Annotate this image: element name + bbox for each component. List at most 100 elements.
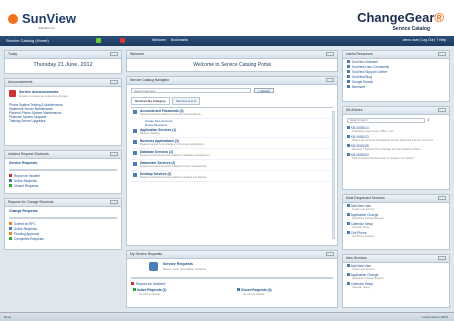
category-row[interactable]: Application Services (1) Request Training — [131, 127, 333, 138]
panel-header: Welcome — [127, 51, 337, 59]
service-item[interactable]: Application Change Application Change Req… — [343, 272, 449, 281]
service-requests-desc: Report, view, and update incidents — [163, 267, 206, 271]
divider — [9, 217, 117, 219]
nav-link-bookmarks[interactable]: Bookmarks — [171, 38, 188, 42]
category-row[interactable]: Datacenter Services (2) Request technical… — [131, 160, 333, 171]
featured-announcement-desc: Details on outages and upcoming changes — [19, 95, 69, 98]
kb-articles-panel: KB Articles ⌕ KB-0000014Outlooking email… — [342, 106, 450, 190]
service-item[interactable]: Application Change Application Change Req… — [343, 212, 449, 221]
link-icon — [347, 80, 350, 83]
service-item[interactable]: Calendar Setup Calendar Setup — [343, 221, 449, 230]
divider — [131, 277, 333, 279]
announcements-panel: Announcements Service Announcements Deta… — [4, 78, 122, 146]
panel-header: KB Articles — [343, 107, 449, 115]
top-navbar: Service Catalog (Home) Welcome Bookmarks… — [0, 36, 454, 46]
sunview-logo-icon — [8, 14, 18, 24]
refresh-icon[interactable] — [96, 38, 101, 43]
today-date: Thursday 21 June, 2012 — [33, 62, 93, 68]
new-services-panel: New Services Add New User Create user acc… — [342, 254, 450, 308]
service-requests-icon — [149, 262, 158, 271]
panel-header: Today — [5, 51, 121, 59]
key-icon — [133, 110, 137, 114]
service-icon — [347, 213, 350, 216]
logo-subtitle: Software Inc. — [38, 26, 56, 30]
service-requests-title[interactable]: Service Requests — [163, 262, 193, 266]
announcement-item[interactable]: Training Server Upgrades — [5, 119, 121, 123]
panel-controls-icon[interactable] — [438, 196, 446, 200]
tab-by-category[interactable]: Services By Category — [131, 97, 170, 105]
featured-announcement-title[interactable]: Service Announcements — [19, 90, 58, 94]
database-icon — [133, 151, 137, 155]
article-icon — [347, 126, 350, 129]
panel-controls-icon[interactable] — [438, 108, 446, 112]
link-icon — [347, 65, 350, 68]
service-icon — [347, 222, 350, 225]
category-row[interactable]: Business Applications (3) Request access … — [131, 138, 333, 149]
service-icon — [347, 282, 350, 285]
panel-controls-icon[interactable] — [438, 256, 446, 260]
kb-item[interactable]: KB-0000004 How to install a Windows patch… — [343, 152, 449, 161]
breadcrumb[interactable]: Service Catalog (Home) — [6, 38, 49, 43]
kb-item[interactable]: KB-0000014 Outlooking email issues, 'Offl… — [343, 125, 449, 134]
navigator-search-input[interactable] — [131, 88, 251, 93]
app-header: SunView Software Inc. ChangeGear® Servic… — [0, 0, 454, 36]
scrollbar[interactable] — [332, 111, 335, 239]
search-icon[interactable]: ⌕ — [427, 117, 430, 123]
status-text: Done — [4, 315, 12, 319]
active-requests-sub: No work to display — [139, 293, 161, 296]
incident-icon — [9, 174, 12, 177]
kb-search-input[interactable] — [347, 117, 425, 123]
service-icon — [347, 264, 350, 267]
my-service-requests-panel: My Service Requests Service Requests Rep… — [126, 250, 338, 308]
welcome-text: Welcome to Service Catalog Portal — [193, 62, 271, 68]
navigator-tabs: Services By Category Services A to Z — [127, 96, 337, 106]
search-button[interactable]: ⌕ Search — [254, 88, 275, 93]
incident-shortcuts-panel: Incident Request Shortcuts Service Reque… — [4, 150, 122, 194]
service-item[interactable]: Add New User Create user account — [343, 263, 449, 272]
list-icon — [9, 227, 12, 230]
panel-controls-icon[interactable] — [110, 200, 118, 204]
zone-indicator[interactable]: Local intranet 100% — [421, 315, 448, 319]
closed-requests-link[interactable]: Closed Requests (4) — [237, 288, 272, 292]
active-requests-link[interactable]: Active Requests (2) — [133, 288, 166, 292]
clock-icon — [9, 232, 12, 235]
shortcut-completed-requests[interactable]: Completed Requests — [5, 236, 121, 241]
service-item[interactable]: Calendar Setup Calendar Setup — [343, 281, 449, 290]
server-icon — [133, 162, 137, 166]
kb-item[interactable]: KB-0000008 Windows 7 Desktop Out of Stora… — [343, 143, 449, 152]
section-title: Change Requests — [9, 209, 38, 213]
link-icon — [347, 60, 350, 63]
megaphone-icon — [9, 90, 16, 97]
panel-controls-icon[interactable] — [438, 52, 446, 56]
service-item[interactable]: Cell Phone Cell Phone Request — [343, 230, 449, 239]
category-row[interactable]: Accounts and Passwords (2) Request servic… — [131, 108, 333, 119]
shortcut-closed-requests[interactable]: Closed Requests — [5, 183, 121, 188]
service-icon — [347, 231, 350, 234]
active-icon — [133, 288, 136, 291]
panel-controls-icon[interactable] — [110, 80, 118, 84]
incident-icon — [131, 282, 134, 285]
panel-controls-icon[interactable] — [110, 152, 118, 156]
panel-controls-icon[interactable] — [110, 52, 118, 56]
panel-header: Announcements — [5, 79, 121, 87]
divider — [9, 169, 117, 171]
category-row[interactable]: Database Services (2) Request technical s… — [131, 149, 333, 160]
tab-a-to-z[interactable]: Services A to Z — [171, 97, 200, 105]
most-requested-panel: Most Requested Services Add New User Crea… — [342, 194, 450, 250]
article-icon — [347, 144, 350, 147]
kb-item[interactable]: KB-0000013 What is the SunView ChangeGear… — [343, 134, 449, 143]
panel-header: Incident Request Shortcuts — [5, 151, 121, 159]
user-menu[interactable]: demo user | Log Out | ? Help — [403, 38, 446, 42]
panel-controls-icon[interactable] — [326, 52, 334, 56]
panel-controls-icon[interactable] — [326, 78, 334, 82]
closed-requests-sub: No work to display — [243, 293, 265, 296]
section-title: Service Requests — [9, 161, 38, 165]
nav-link-welcome[interactable]: Welcome — [152, 38, 166, 42]
panel-controls-icon[interactable] — [326, 252, 334, 256]
check-icon — [9, 237, 12, 240]
resource-link[interactable]: Microsoft — [343, 84, 449, 89]
service-item[interactable]: Add New User Create user account — [343, 203, 449, 212]
stop-icon[interactable] — [120, 38, 125, 43]
closed-icon — [237, 288, 240, 291]
category-row[interactable]: Desktop Services (2) Request technical se… — [131, 171, 333, 182]
